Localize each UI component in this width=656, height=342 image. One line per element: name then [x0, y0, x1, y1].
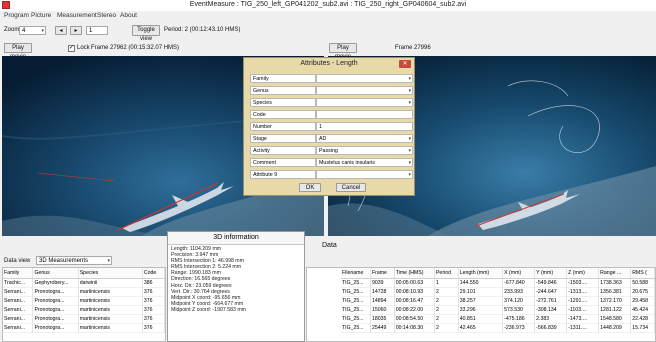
left-data-table-panel: Family Genus Species Code Trachic... Geph… — [2, 267, 166, 342]
menu-stereo[interactable]: Stereo — [97, 12, 116, 19]
attr-genus-select[interactable]: ▾ — [316, 86, 413, 95]
menu-bar: Program Picture Measurement Stereo About — [0, 11, 656, 21]
lock-checkbox[interactable]: ✓ — [68, 45, 75, 52]
col-time[interactable]: Time (HMS) — [394, 268, 435, 279]
chevron-down-icon: ▾ — [408, 172, 411, 178]
menu-picture[interactable]: Picture — [31, 12, 51, 19]
play-movie-left-button[interactable]: Play movie — [4, 43, 32, 60]
attr-species-label: Species — [250, 98, 316, 107]
table-row[interactable]: Serrani... Pronotogra... martinicensis 376 — [3, 296, 166, 306]
cancel-button[interactable]: Cancel — [336, 183, 366, 192]
attr-stage-label: Stage — [250, 134, 316, 143]
col-x[interactable]: X (mm) — [502, 268, 536, 279]
attr-comment-select[interactable]: Mustelus canis insularis ▾ — [316, 158, 413, 167]
zoom-select[interactable]: 4 ▾ — [19, 26, 46, 35]
attr-number-label: Number — [250, 122, 316, 131]
table-row[interactable]: TIG_25... 25449 00:14:08.30 2 42.465 -236.973… — [341, 323, 655, 333]
play-movie-right-button[interactable]: Play movie — [329, 43, 357, 60]
toolbar: Zoom 4 ▾ ◂ ▸ 1 Toggle view Period: 2 (00:… — [0, 21, 656, 42]
right-frame-label: Frame 27996 — [395, 45, 431, 51]
window-title: EventMeasure : TIG_250_left_GP041202_sub… — [189, 1, 467, 8]
attr-genus-label: Genus — [250, 86, 316, 95]
attr-family-label: Family — [250, 74, 316, 83]
chevron-down-icon: ▾ — [408, 76, 411, 82]
table-row[interactable]: TIG_25... 14894 00:08:16.47 2 38.257 374.120-… — [341, 296, 655, 306]
period-label: Period: 2 (00:12:43.10 HMS) — [164, 27, 241, 33]
right-data-table: Filename Frame Time (HMS) Period Length … — [341, 268, 655, 333]
right-data-table-panel: Filename Frame Time (HMS) Period Length … — [306, 267, 656, 342]
chevron-down-icon: ▾ — [408, 100, 411, 106]
col-code[interactable]: Code — [142, 268, 166, 279]
col-rms[interactable]: RMS ( — [630, 268, 655, 279]
frame-step-input[interactable]: 1 — [86, 26, 108, 35]
step-forward-button[interactable]: ▸ — [70, 26, 82, 35]
chevron-down-icon: ▾ — [408, 88, 411, 94]
menu-measurement[interactable]: Measurement — [57, 12, 97, 19]
chevron-down-icon: ▾ — [107, 258, 110, 264]
table-row[interactable]: Serrani... Pronotogra... martinicensis 376 — [3, 314, 166, 324]
attr-code-input[interactable] — [316, 110, 413, 119]
chevron-down-icon: ▾ — [408, 160, 411, 166]
col-frame[interactable]: Frame — [370, 268, 395, 279]
table-row[interactable]: Trachic... Gephyrobery... darwinii 386 — [3, 278, 166, 288]
col-family[interactable]: Family — [3, 268, 34, 279]
3d-information-panel: 3D information Length: 1104.209 mm Preci… — [167, 231, 305, 342]
attr-activity-select[interactable]: Passing ▾ — [316, 146, 413, 155]
data-view-select[interactable]: 3D Measurements ▾ — [36, 256, 112, 265]
col-length[interactable]: Length (mm) — [458, 268, 504, 279]
chevron-down-icon: ▾ — [408, 148, 411, 154]
attr-stage-select[interactable]: AD ▾ — [316, 134, 413, 143]
attr-number-input[interactable]: 1 — [316, 122, 413, 131]
table-row[interactable]: TIG_25... 14728 00:08:10.93 2 29.101 233.993-… — [341, 287, 655, 297]
data-section-title: Data — [322, 242, 337, 249]
table-row[interactable]: TIG_25... 9039 00:05:00.63 1 144.550 -677.840… — [341, 278, 655, 288]
menu-about[interactable]: About — [120, 12, 137, 19]
table-row[interactable]: TIG_25... 15060 00:08:22.00 2 33.296 573.530-… — [341, 305, 655, 315]
chevron-down-icon: ▾ — [41, 28, 44, 34]
col-y[interactable]: Y (mm) — [534, 268, 568, 279]
attr-9-select[interactable]: ▾ — [316, 170, 413, 179]
left-data-table: Family Genus Species Code Trachic... Geph… — [3, 268, 166, 333]
left-frame-label: Frame 27962 (00:15:32.07 HMS) — [91, 45, 180, 51]
attr-9-label: Attribute 9 — [250, 170, 316, 179]
table-row[interactable]: TIG_25... 18035 00:08:54.50 2 40.851 -475.186… — [341, 314, 655, 324]
data-view-label: Data view — [4, 258, 31, 264]
col-filename[interactable]: Filename — [341, 268, 371, 279]
table-row[interactable]: Serrani... Pronotogra... martinicensis 376 — [3, 305, 166, 315]
step-back-button[interactable]: ◂ — [55, 26, 67, 35]
3d-information-body: Length: 1104.209 mm Precision: 3.947 mm … — [168, 245, 304, 314]
3d-information-title: 3D information — [168, 232, 304, 245]
col-range[interactable]: Range ... — [598, 268, 632, 279]
attr-activity-label: Activity — [250, 146, 316, 155]
table-row[interactable]: Serrani... Pronotogra... martinicensis 376 — [3, 323, 166, 333]
chevron-down-icon: ▾ — [408, 136, 411, 142]
attr-code-label: Code — [250, 110, 316, 119]
col-genus[interactable]: Genus — [32, 268, 79, 279]
table-row[interactable]: Serrani... Pronotogra... martinicensis 376 — [3, 287, 166, 297]
attributes-dialog: Attributes - Length ✕ Family ▾ Genus ▾ S… — [243, 57, 415, 196]
col-z[interactable]: Z (mm) — [566, 268, 600, 279]
col-period[interactable]: Period — [434, 268, 459, 279]
lock-label: Lock — [77, 45, 90, 51]
menu-program[interactable]: Program — [4, 12, 29, 19]
attr-species-select[interactable]: ▾ — [316, 98, 413, 107]
toggle-view-button[interactable]: Toggle view — [132, 25, 160, 42]
dialog-title: Attributes - Length — [300, 60, 358, 67]
ok-button[interactable]: OK — [299, 183, 321, 192]
zoom-label: Zoom — [4, 27, 20, 33]
col-species[interactable]: Species — [78, 268, 143, 279]
attr-comment-label: Comment — [250, 158, 316, 167]
info-line: Midpoint Z coord: -1907.583 mm — [171, 306, 246, 313]
attr-family-select[interactable]: ▾ — [316, 74, 413, 83]
close-icon[interactable]: ✕ — [399, 60, 411, 68]
